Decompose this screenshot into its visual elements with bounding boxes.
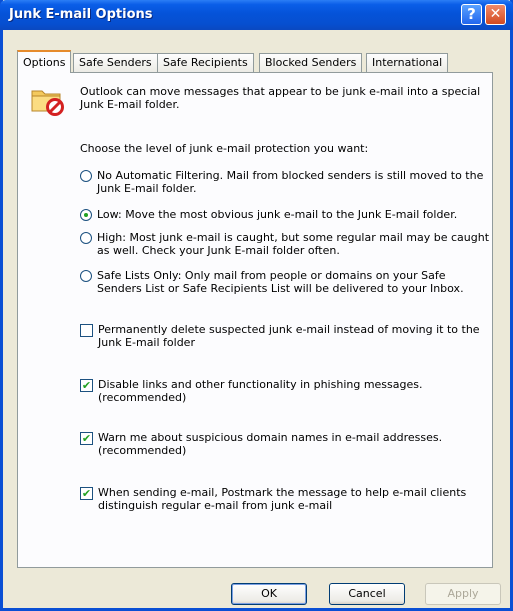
option-disable-phishing-links[interactable]: ✔ Disable links and other functionality … xyxy=(80,378,423,404)
level-label: No Automatic Filtering. Mail from blocke… xyxy=(97,169,483,195)
level-low[interactable]: Low: Move the most obvious junk e-mail t… xyxy=(80,208,457,221)
option-warn-suspicious-domains[interactable]: ✔ Warn me about suspicious domain names … xyxy=(80,431,442,457)
checkbox-label: Disable links and other functionality in… xyxy=(98,378,423,404)
level-safe-lists-only[interactable]: Safe Lists Only: Only mail from people o… xyxy=(80,269,464,295)
level-label-line-1: High: Most junk e-mail is caught, but so… xyxy=(97,231,490,244)
apply-button[interactable]: Apply xyxy=(425,583,501,605)
level-label: High: Most junk e-mail is caught, but so… xyxy=(97,231,489,257)
checkbox-label-line-1: When sending e-mail, Postmark the messag… xyxy=(98,486,467,499)
checkbox-label: When sending e-mail, Postmark the messag… xyxy=(98,486,466,512)
tab-blocked-senders[interactable]: Blocked Senders xyxy=(259,53,363,72)
junk-email-options-dialog: Junk E-mail Options ? ✕ Options Safe Sen… xyxy=(0,0,513,611)
ok-button[interactable]: OK xyxy=(231,583,307,605)
checkbox-label: Warn me about suspicious domain names in… xyxy=(98,431,442,457)
cancel-button[interactable]: Cancel xyxy=(329,583,405,605)
option-postmark[interactable]: ✔ When sending e-mail, Postmark the mess… xyxy=(80,486,466,512)
window-title: Junk E-mail Options xyxy=(9,7,153,22)
checkbox-label-line-2: (recommended) xyxy=(98,444,187,457)
checkbox-label-line-1: Warn me about suspicious domain names in… xyxy=(98,431,443,444)
level-label-line-2: Junk E-mail folder. xyxy=(97,182,197,195)
radio-safe-lists-only[interactable] xyxy=(80,270,92,282)
help-button[interactable]: ? xyxy=(461,4,482,25)
close-button[interactable]: ✕ xyxy=(485,4,506,25)
checkbox-disable-phishing-links[interactable]: ✔ xyxy=(80,379,93,392)
level-label-line-2: as well. Check your Junk E-mail folder o… xyxy=(97,244,340,257)
checkbox-label-line-1: Permanently delete suspected junk e-mail… xyxy=(98,323,480,336)
checkbox-label-line-1: Disable links and other functionality in… xyxy=(98,378,423,391)
checkbox-permanently-delete[interactable] xyxy=(80,324,93,337)
intro-text-line-1: Outlook can move messages that appear to… xyxy=(80,85,481,98)
level-label-line-1: No Automatic Filtering. Mail from blocke… xyxy=(97,169,484,182)
checkbox-label-line-2: Junk E-mail folder xyxy=(98,336,195,349)
junk-folder-icon xyxy=(31,90,64,116)
tab-options[interactable]: Options xyxy=(17,50,72,73)
tab-safe-senders[interactable]: Safe Senders xyxy=(73,53,158,72)
level-label-line-2: Senders List or Safe Recipients List wil… xyxy=(97,282,464,295)
tab-international[interactable]: International xyxy=(366,53,449,72)
checkbox-label: Permanently delete suspected junk e-mail… xyxy=(98,323,480,349)
checkbox-label-line-2: distinguish regular e-mail from junk e-m… xyxy=(98,499,333,512)
level-label-line-1: Safe Lists Only: Only mail from people o… xyxy=(97,269,446,282)
level-no-filtering[interactable]: No Automatic Filtering. Mail from blocke… xyxy=(80,169,483,195)
tab-safe-recipients[interactable]: Safe Recipients xyxy=(157,53,254,72)
intro-text-line-2: Junk E-mail folder. xyxy=(80,98,180,111)
protection-level-prompt: Choose the level of junk e-mail protecti… xyxy=(80,142,369,155)
options-tab-panel: Outlook can move messages that appear to… xyxy=(17,72,493,568)
level-label: Low: Move the most obvious junk e-mail t… xyxy=(97,208,458,221)
checkbox-warn-suspicious-domains[interactable]: ✔ xyxy=(80,432,93,445)
radio-no-filtering[interactable] xyxy=(80,170,92,182)
option-permanently-delete[interactable]: Permanently delete suspected junk e-mail… xyxy=(80,323,480,349)
title-bar[interactable]: Junk E-mail Options ? ✕ xyxy=(0,0,513,30)
radio-low[interactable] xyxy=(80,209,92,221)
checkbox-label-line-2: (recommended) xyxy=(98,391,187,404)
level-label: Safe Lists Only: Only mail from people o… xyxy=(97,269,464,295)
checkbox-postmark[interactable]: ✔ xyxy=(80,487,93,500)
radio-high[interactable] xyxy=(80,232,92,244)
level-high[interactable]: High: Most junk e-mail is caught, but so… xyxy=(80,231,489,257)
